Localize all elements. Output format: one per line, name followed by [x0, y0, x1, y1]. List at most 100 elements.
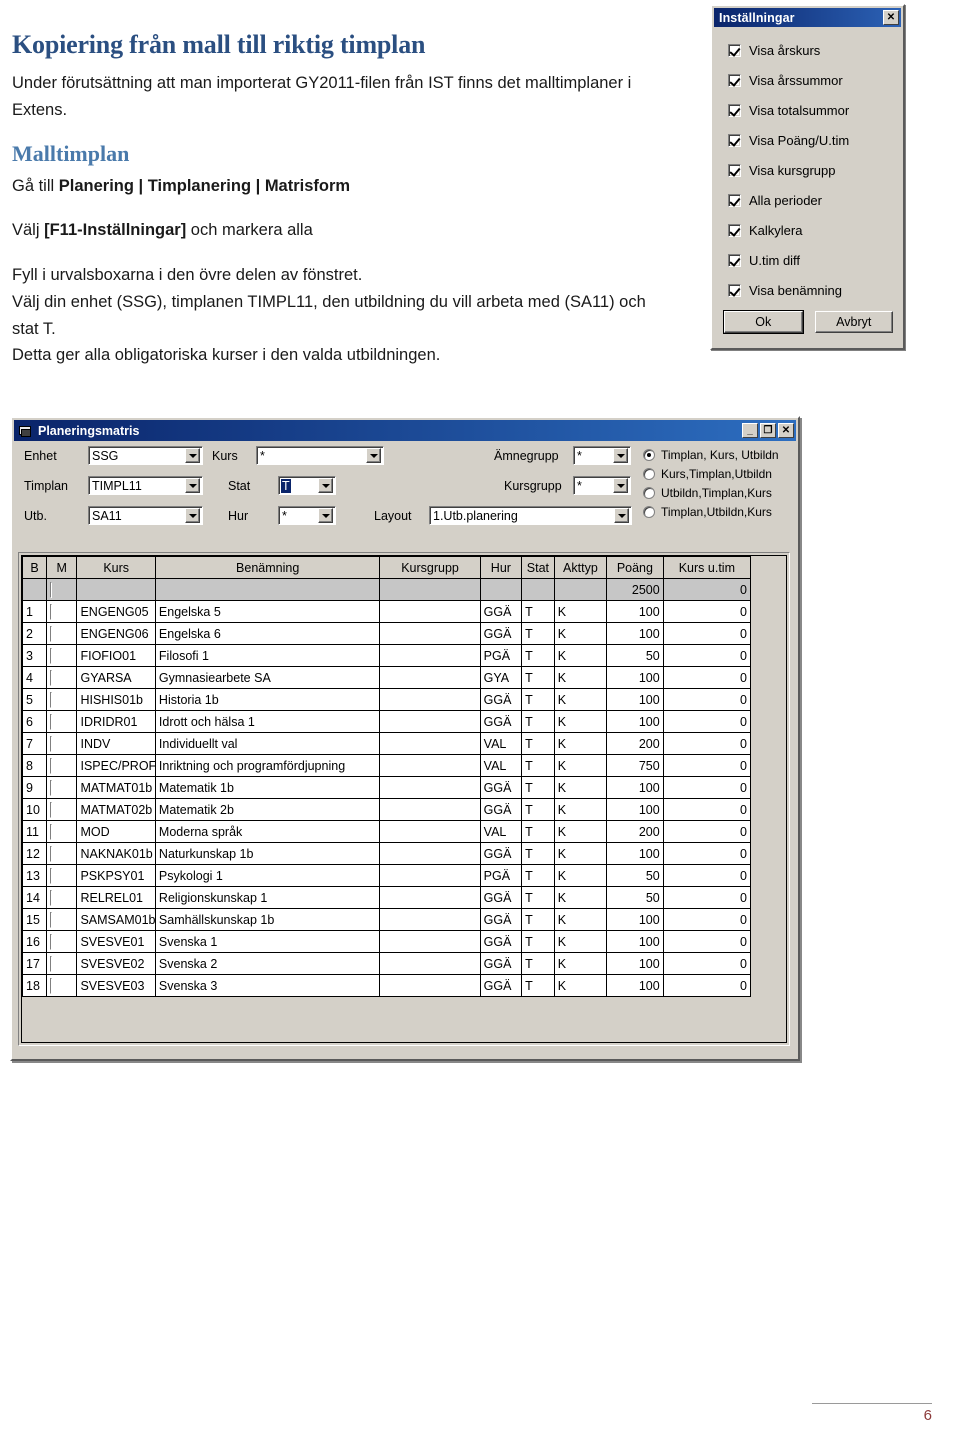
cell-mark[interactable]	[45, 908, 78, 931]
cell-mark[interactable]	[45, 688, 78, 711]
cell-kurs[interactable]: MOD	[76, 820, 156, 843]
cell-mark[interactable]	[45, 842, 78, 865]
cell-kurs[interactable]: NAKNAK01b	[76, 842, 156, 865]
chevron-down-icon[interactable]	[613, 478, 628, 493]
settings-checkbox-row[interactable]: Alla perioder	[728, 185, 903, 215]
cell-akttyp[interactable]: K	[553, 688, 608, 711]
cell-kurs[interactable]: MATMAT01b	[76, 776, 156, 799]
cell-stat[interactable]: T	[521, 886, 555, 909]
cell-stat[interactable]: T	[521, 974, 555, 997]
radio-icon[interactable]	[643, 467, 655, 480]
column-header-benamning[interactable]: Benämning	[154, 556, 381, 579]
sort-option-row[interactable]: Utbildn,Timplan,Kurs	[643, 483, 779, 502]
cell-akttyp[interactable]: K	[553, 864, 608, 887]
cell-kursgrupp[interactable]	[379, 710, 481, 733]
cell-benamning[interactable]: Moderna språk	[154, 820, 381, 843]
cell-poang[interactable]: 100	[606, 622, 664, 645]
checkbox-icon[interactable]	[49, 955, 52, 972]
column-header-m[interactable]: M	[45, 556, 78, 579]
cell-stat[interactable]: T	[521, 908, 555, 931]
column-header-stat[interactable]: Stat	[521, 556, 555, 579]
cell-poang[interactable]: 200	[606, 820, 664, 843]
cell-kurs-utim[interactable]: 0	[662, 644, 752, 667]
cell-kursgrupp[interactable]	[379, 688, 481, 711]
radio-icon[interactable]	[643, 486, 655, 499]
cell-benamning[interactable]: Naturkunskap 1b	[154, 842, 381, 865]
cell-akttyp[interactable]: K	[553, 798, 608, 821]
checkbox-icon[interactable]	[728, 163, 741, 177]
cell-poang[interactable]: 200	[606, 732, 664, 755]
cell-poang[interactable]: 50	[606, 886, 664, 909]
checkbox-icon[interactable]	[49, 581, 52, 598]
cell-kurs-utim[interactable]: 0	[662, 974, 752, 997]
cell-benamning[interactable]: Svenska 2	[154, 952, 381, 975]
cell-kurs-utim[interactable]: 0	[662, 908, 752, 931]
cell-akttyp[interactable]: K	[553, 600, 608, 623]
stat-select[interactable]: T	[278, 476, 336, 495]
cell-kursgrupp[interactable]	[379, 886, 481, 909]
chevron-down-icon[interactable]	[185, 508, 200, 523]
cell-mark[interactable]	[45, 710, 78, 733]
cell-stat[interactable]: T	[521, 600, 555, 623]
cell-kurs[interactable]: SAMSAM01b	[76, 908, 156, 931]
cell-stat[interactable]: T	[521, 644, 555, 667]
cell-stat[interactable]: T	[521, 930, 555, 953]
cell-kurs-utim[interactable]: 0	[662, 776, 752, 799]
hur-select[interactable]: *	[278, 506, 336, 525]
cell-akttyp[interactable]: K	[553, 908, 608, 931]
table-row[interactable]: 16 SVESVE01 Svenska 1 GGÄ T K 100 0	[22, 930, 752, 953]
cell-hur[interactable]: PGÄ	[479, 864, 523, 887]
cell-akttyp[interactable]: K	[553, 622, 608, 645]
cell-akttyp[interactable]: K	[553, 820, 608, 843]
checkbox-icon[interactable]	[49, 779, 52, 796]
cell-kurs-utim[interactable]: 0	[662, 600, 752, 623]
cell-kursgrupp[interactable]	[379, 666, 481, 689]
cell-hur[interactable]: GGÄ	[479, 600, 523, 623]
close-icon[interactable]: ✕	[883, 10, 899, 25]
table-row[interactable]: 8 ISPEC/PROF Inriktning och programfördjup…	[22, 754, 752, 777]
column-header-kurs-utim[interactable]: Kurs u.tim	[662, 556, 752, 579]
radio-icon[interactable]	[643, 505, 655, 518]
minimize-icon[interactable]: _	[742, 423, 758, 438]
checkbox-icon[interactable]	[728, 133, 741, 147]
settings-checkbox-row[interactable]: Visa Poäng/U.tim	[728, 125, 903, 155]
cell-benamning[interactable]: Individuellt val	[154, 732, 381, 755]
cell-stat[interactable]: T	[521, 864, 555, 887]
cell-hur[interactable]: GGÄ	[479, 974, 523, 997]
cell-poang[interactable]: 100	[606, 688, 664, 711]
cell-kurs[interactable]: MATMAT02b	[76, 798, 156, 821]
cell-benamning[interactable]: Engelska 6	[154, 622, 381, 645]
cell-kurs[interactable]: SVESVE03	[76, 974, 156, 997]
table-row[interactable]: 12 NAKNAK01b Naturkunskap 1b GGÄ T K 100 0	[22, 842, 752, 865]
cell-mark[interactable]	[45, 886, 78, 909]
cell-mark[interactable]	[45, 776, 78, 799]
radio-icon[interactable]	[643, 448, 655, 461]
cell-hur[interactable]: VAL	[479, 754, 523, 777]
cell-poang[interactable]: 100	[606, 908, 664, 931]
cell-kurs-utim[interactable]: 0	[662, 710, 752, 733]
cell-kurs[interactable]: IDRIDR01	[76, 710, 156, 733]
cell-kurs[interactable]: FIOFIO01	[76, 644, 156, 667]
enhet-select[interactable]: SSG	[88, 446, 203, 465]
chevron-down-icon[interactable]	[614, 508, 629, 523]
table-row[interactable]: 9 MATMAT01b Matematik 1b GGÄ T K 100 0	[22, 776, 752, 799]
checkbox-icon[interactable]	[49, 669, 52, 686]
utb-select[interactable]: SA11	[88, 506, 203, 525]
column-header-kurs[interactable]: Kurs	[76, 556, 156, 579]
cell-kursgrupp[interactable]	[379, 754, 481, 777]
table-row[interactable]: 1 ENGENG05 Engelska 5 GGÄ T K 100 0	[22, 600, 752, 623]
cell-kurs-utim[interactable]: 0	[662, 754, 752, 777]
table-row[interactable]: 7 INDV Individuellt val VAL T K 200 0	[22, 732, 752, 755]
checkbox-icon[interactable]	[49, 933, 52, 950]
column-header-akttyp[interactable]: Akttyp	[553, 556, 608, 579]
cell-hur[interactable]: PGÄ	[479, 644, 523, 667]
cell-hur[interactable]: GGÄ	[479, 908, 523, 931]
checkbox-icon[interactable]	[49, 911, 52, 928]
cell-benamning[interactable]: Engelska 5	[154, 600, 381, 623]
table-row[interactable]: 14 RELREL01 Religionskunskap 1 GGÄ T K 50 0	[22, 886, 752, 909]
cell-kurs-utim[interactable]: 0	[662, 666, 752, 689]
cell-kurs-utim[interactable]: 0	[662, 622, 752, 645]
column-header-kursgrupp[interactable]: Kursgrupp	[379, 556, 481, 579]
checkbox-icon[interactable]	[49, 735, 52, 752]
checkbox-icon[interactable]	[49, 977, 52, 994]
